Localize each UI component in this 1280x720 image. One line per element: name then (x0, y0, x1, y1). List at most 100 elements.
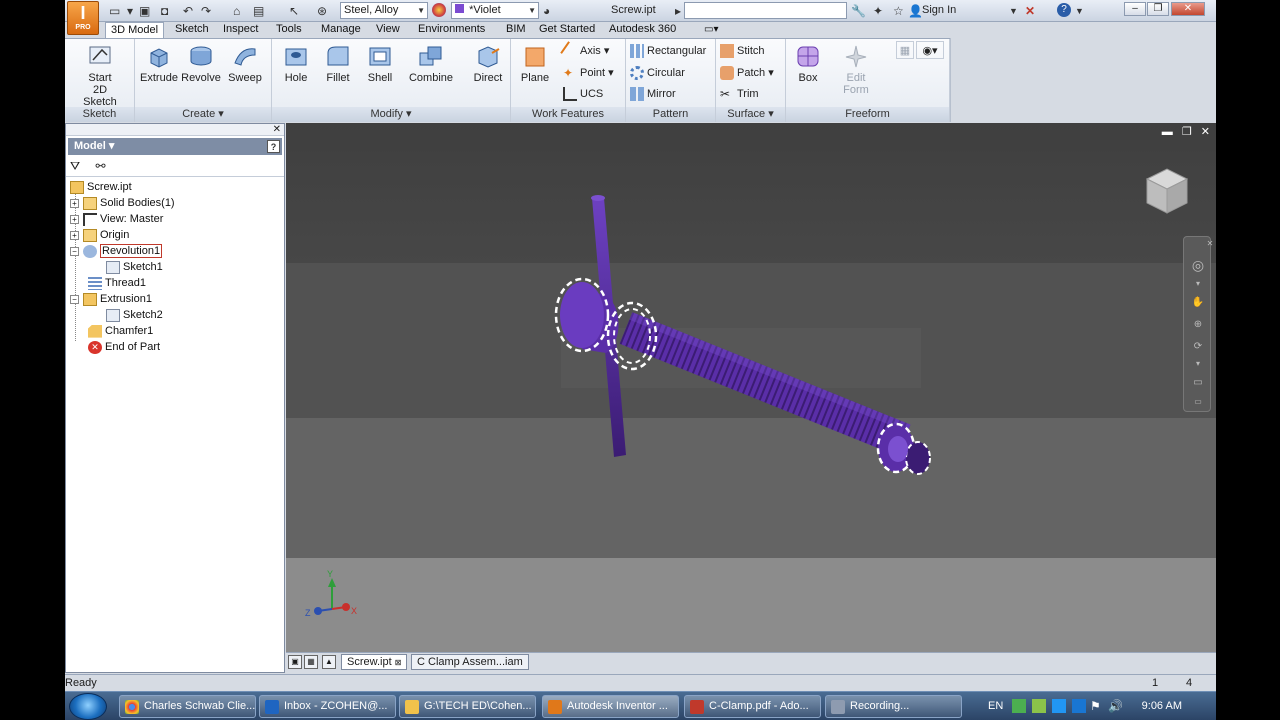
select-icon[interactable]: ↖ (289, 3, 299, 19)
help-search-input[interactable] (684, 2, 847, 19)
close-icon[interactable]: ⊠ (395, 658, 402, 667)
tile-windows-icon[interactable]: ▣ (288, 655, 302, 669)
tab-sketch[interactable]: Sketch (170, 22, 214, 38)
close-icon[interactable]: ✕ (1202, 239, 1216, 251)
point-button[interactable]: ✦ Point ▾ (563, 64, 614, 82)
appearance-override-icon[interactable]: ◕ (543, 3, 550, 19)
start-button[interactable] (69, 693, 107, 720)
ribbon-options-icon[interactable]: ▭▾ (699, 22, 723, 38)
close-button[interactable]: ✕ (1171, 2, 1205, 16)
taskbar-item-chrome[interactable]: Charles Schwab Clie... (119, 695, 256, 718)
viewcube[interactable] (1141, 165, 1193, 217)
subscription-icon[interactable]: ✦ (873, 3, 883, 19)
material-dropdown[interactable]: Steel, Alloy ▼ (340, 2, 428, 19)
tree-node-screw[interactable]: Screw.ipt (70, 179, 132, 195)
tree-node-origin[interactable]: + Origin (70, 227, 129, 243)
filter-icon[interactable]: ⛛ (70, 159, 80, 173)
tree-node-chamfer1[interactable]: Chamfer1 (88, 323, 153, 339)
extrude-button[interactable]: Extrude (137, 43, 181, 84)
tab-environments[interactable]: Environments (413, 22, 490, 38)
hole-button[interactable]: Hole (274, 43, 318, 84)
graphics-viewport[interactable]: Y X Z ▬ ❐ ✕ ✕ ◎ ▾ ✋ ⊕ ⟳ ▾ ▭ ▭ (286, 123, 1216, 652)
help-icon[interactable]: ? (267, 140, 280, 153)
new-file-icon[interactable]: ▭ (109, 3, 120, 19)
tree-node-sketch2[interactable]: Sketch2 (106, 307, 163, 323)
tray-app-icon[interactable] (1052, 699, 1066, 713)
exchange-apps-icon[interactable]: ✕ (1025, 3, 1035, 19)
chevron-down-icon[interactable]: ▾ (1190, 359, 1206, 371)
expand-icon[interactable]: + (70, 214, 79, 224)
tab-autodesk-360[interactable]: Autodesk 360 (604, 22, 681, 38)
orbit-icon[interactable]: ⟳ (1190, 341, 1206, 353)
doc-tab-c-clamp-assembly[interactable]: C Clamp Assem...iam (411, 654, 529, 670)
restore-icon[interactable]: ❐ (1182, 126, 1192, 138)
tray-app-icon[interactable] (1032, 699, 1046, 713)
language-indicator[interactable]: EN (988, 700, 1003, 712)
application-menu-button[interactable]: I PRO (67, 1, 99, 35)
tree-node-solid-bodies[interactable]: + Solid Bodies(1) (70, 195, 175, 211)
tab-manage[interactable]: Manage (316, 22, 366, 38)
trim-button[interactable]: ✂ Trim (720, 85, 759, 103)
taskbar-item-outlook[interactable]: Inbox - ZCOHEN@... (259, 695, 396, 718)
chevron-up-icon[interactable]: ▲ (322, 655, 336, 669)
color-wheel-icon[interactable]: ⊛ (317, 3, 327, 19)
taskbar-item-pdf[interactable]: C-Clamp.pdf - Ado... (684, 695, 821, 718)
doc-tab-screw[interactable]: Screw.ipt ⊠ (341, 654, 408, 670)
close-icon[interactable]: ✕ (273, 124, 281, 135)
home-icon[interactable]: ⌂ (233, 3, 240, 19)
patch-button[interactable]: Patch ▾ (720, 64, 774, 82)
maximize-button[interactable]: ❐ (1147, 2, 1169, 16)
plane-button[interactable]: Plane (513, 43, 557, 84)
customize-icon[interactable]: ▭ (1190, 397, 1206, 409)
tab-get-started[interactable]: Get Started (534, 22, 600, 38)
clock[interactable]: 9:06 AM (1142, 700, 1182, 712)
finish-freeform-icon[interactable]: ◉▾ (916, 41, 944, 59)
look-at-icon[interactable]: ▭ (1190, 377, 1206, 389)
box-button[interactable]: Box (786, 43, 830, 84)
chevron-down-icon[interactable]: ▼ (1009, 3, 1018, 19)
tab-bim[interactable]: BIM (501, 22, 531, 38)
favorites-star-icon[interactable]: ☆ (893, 3, 904, 19)
edit-form-button[interactable]: Edit Form (834, 43, 878, 96)
model-browser-header[interactable]: Model ▾ ? (68, 138, 282, 155)
circular-pattern-button[interactable]: Circular (630, 64, 685, 82)
redo-icon[interactable]: ↷ (201, 3, 211, 19)
taskbar-item-recording[interactable]: Recording... (825, 695, 962, 718)
open-icon[interactable]: ▾ (127, 3, 133, 19)
sweep-button[interactable]: Sweep (223, 43, 267, 84)
tree-node-view-master[interactable]: + View: Master (70, 211, 163, 227)
mirror-button[interactable]: Mirror (630, 85, 676, 103)
start-2d-sketch-button[interactable]: Start 2D Sketch (78, 43, 122, 108)
project-icon[interactable]: ▤ (253, 3, 264, 19)
sign-in-link[interactable]: Sign In (922, 4, 956, 16)
expand-icon[interactable]: + (70, 198, 79, 208)
close-icon[interactable]: ✕ (1201, 126, 1210, 138)
help-icon[interactable]: ? (1057, 3, 1071, 17)
cascade-windows-icon[interactable]: ▦ (304, 655, 318, 669)
flag-icon[interactable]: ⚑ (1090, 699, 1101, 713)
tree-node-revolution1[interactable]: − Revolution1 (70, 243, 163, 259)
freeform-extra-icon[interactable]: ▦ (896, 41, 914, 59)
direct-button[interactable]: Direct (466, 43, 510, 84)
undo-icon[interactable]: ↶ (183, 3, 193, 19)
save-icon[interactable]: ◘ (161, 3, 168, 19)
tab-tools[interactable]: Tools (271, 22, 307, 38)
pan-hand-icon[interactable]: ✋ (1190, 297, 1206, 309)
chevron-down-icon[interactable]: ▾ (1190, 279, 1206, 291)
stitch-button[interactable]: Stitch (720, 42, 765, 60)
minimize-button[interactable]: – (1124, 2, 1146, 16)
collapse-icon[interactable]: − (70, 246, 79, 256)
search-icon[interactable]: 🔧 (851, 3, 866, 19)
rectangular-pattern-button[interactable]: Rectangular (630, 42, 706, 60)
open-folder-icon[interactable]: ▣ (139, 3, 150, 19)
shell-button[interactable]: Shell (358, 43, 402, 84)
tree-node-thread1[interactable]: Thread1 (88, 275, 146, 291)
taskbar-item-inventor[interactable]: Autodesk Inventor ... (542, 695, 679, 718)
combine-button[interactable]: Combine (406, 43, 456, 84)
fillet-button[interactable]: Fillet (316, 43, 360, 84)
collapse-icon[interactable]: − (70, 294, 79, 304)
chevron-down-icon[interactable]: ▼ (1075, 3, 1084, 19)
tree-node-sketch1[interactable]: Sketch1 (106, 259, 163, 275)
taskbar-item-explorer[interactable]: G:\TECH ED\Cohen... (399, 695, 536, 718)
tree-node-extrusion1[interactable]: − Extrusion1 (70, 291, 152, 307)
